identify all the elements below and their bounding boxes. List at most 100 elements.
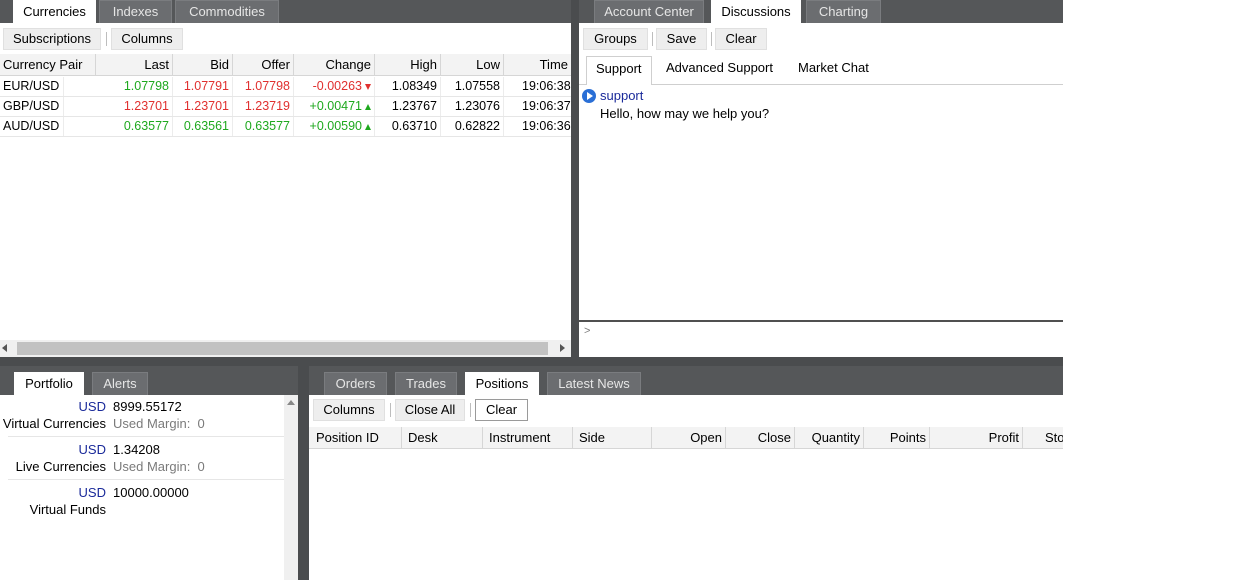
col-quantity[interactable]: Quantity	[795, 427, 864, 448]
col-low[interactable]: Low	[441, 54, 504, 76]
scrollbar-thumb[interactable]	[17, 342, 548, 355]
col-last[interactable]: Last	[96, 54, 173, 76]
tab-charting[interactable]: Charting	[806, 0, 881, 23]
cell-last: 1.07798	[64, 77, 173, 96]
cell-bid: 1.07791	[173, 77, 233, 96]
col-open[interactable]: Open	[652, 427, 726, 448]
channel-tab-support[interactable]: Support	[586, 56, 652, 85]
list-item[interactable]: USD 1.34208 Live Currencies Used Margin:…	[8, 440, 284, 480]
table-row[interactable]: GBP/USD 1.23701 1.23701 1.23719 +0.00471…	[0, 97, 571, 117]
columns-button[interactable]: Columns	[313, 399, 385, 421]
tab-currencies[interactable]: Currencies	[13, 0, 96, 23]
change-value: +0.00471	[309, 99, 362, 113]
cell-last: 0.63577	[64, 117, 173, 136]
col-change[interactable]: Change	[294, 54, 375, 76]
subscriptions-button[interactable]: Subscriptions	[3, 28, 101, 50]
tab-account-center[interactable]: Account Center	[594, 0, 704, 23]
change-value: +0.00590	[309, 119, 362, 133]
col-time[interactable]: Time	[504, 54, 571, 76]
col-profit[interactable]: Profit	[930, 427, 1023, 448]
channel-tabs: Support Advanced Support Market Chat	[579, 55, 1063, 85]
tab-portfolio[interactable]: Portfolio	[14, 372, 84, 395]
col-stop[interactable]: Sto	[1023, 427, 1063, 448]
channel-tab-market-chat[interactable]: Market Chat	[789, 56, 878, 80]
columns-button[interactable]: Columns	[111, 28, 183, 50]
list-item[interactable]: USD 8999.55172 Virtual Currencies Used M…	[3, 397, 284, 437]
cell-time: 19:06:37	[522, 99, 571, 113]
cell-offer: 1.23719	[233, 97, 294, 116]
groups-button[interactable]: Groups	[583, 28, 648, 50]
tab-alerts[interactable]: Alerts	[92, 372, 148, 395]
col-points[interactable]: Points	[864, 427, 930, 448]
tab-latest-news[interactable]: Latest News	[547, 372, 641, 395]
cell-change: +0.00590	[294, 117, 375, 136]
col-instrument[interactable]: Instrument	[483, 427, 573, 448]
positions-tabs: Orders Trades Positions Latest News	[309, 366, 1063, 395]
col-offer[interactable]: Offer	[233, 54, 294, 76]
currencies-tabs: Currencies Indexes Commodities	[0, 0, 571, 23]
toolbar-divider	[470, 403, 471, 417]
used-margin: Used Margin: 0	[113, 416, 205, 431]
up-arrow-icon	[365, 103, 371, 110]
tab-positions[interactable]: Positions	[465, 372, 539, 395]
tab-trades[interactable]: Trades	[395, 372, 457, 395]
clear-button[interactable]: Clear	[475, 399, 528, 421]
scroll-right-arrow-icon[interactable]	[560, 344, 565, 352]
col-close[interactable]: Close	[726, 427, 795, 448]
account-label: Live Currencies	[15, 459, 106, 474]
portfolio-tabs: Portfolio Alerts	[0, 366, 298, 395]
tab-orders[interactable]: Orders	[324, 372, 387, 395]
tab-discussions[interactable]: Discussions	[711, 0, 801, 23]
currency-code: USD	[78, 399, 106, 414]
cell-bid: 1.23701	[173, 97, 233, 116]
tab-indexes[interactable]: Indexes	[99, 0, 172, 23]
play-icon	[582, 89, 596, 103]
chat-input[interactable]: >	[579, 320, 1063, 357]
portfolio-list: USD 8999.55172 Virtual Currencies Used M…	[0, 395, 284, 580]
scroll-up-arrow-icon[interactable]	[287, 400, 295, 405]
portfolio-vscrollbar[interactable]	[284, 395, 298, 580]
vertical-splitter-top[interactable]	[571, 0, 579, 357]
account-label: Virtual Funds	[29, 502, 106, 517]
clear-button[interactable]: Clear	[715, 28, 767, 50]
cell-high: 1.08349	[375, 77, 441, 96]
currencies-hscrollbar[interactable]	[0, 340, 571, 357]
channel-tab-advanced-support[interactable]: Advanced Support	[657, 56, 782, 80]
table-row[interactable]: EUR/USD 1.07798 1.07791 1.07798 -0.00263…	[0, 77, 571, 97]
close-all-button[interactable]: Close All	[395, 399, 465, 421]
positions-toolbar: Columns Close All Clear	[309, 395, 1063, 426]
col-bid[interactable]: Bid	[173, 54, 233, 76]
currency-code: USD	[78, 442, 106, 457]
chat-input-prompt: >	[584, 325, 591, 337]
cell-pair: GBP/USD	[0, 97, 64, 116]
cell-offer: 1.07798	[233, 77, 294, 96]
cell-time: 19:06:36	[522, 119, 571, 133]
scroll-left-arrow-icon[interactable]	[2, 344, 7, 352]
discussions-toolbar: Groups Save Clear	[579, 23, 1063, 54]
col-desk[interactable]: Desk	[402, 427, 483, 448]
balance-amount: 8999.55172	[113, 399, 182, 414]
list-item[interactable]: USD 10000.00000 Virtual Funds	[8, 483, 284, 523]
table-row[interactable]: AUD/USD 0.63577 0.63561 0.63577 +0.00590…	[0, 117, 571, 137]
toolbar-divider	[711, 32, 712, 46]
cell-high: 0.63710	[375, 117, 441, 136]
col-side[interactable]: Side	[573, 427, 652, 448]
chat-message: support Hello, how may we help you?	[579, 87, 1063, 127]
cell-low: 0.62822	[441, 117, 504, 136]
col-high[interactable]: High	[375, 54, 441, 76]
discussions-tabs: Account Center Discussions Charting	[579, 0, 1063, 23]
message-text: Hello, how may we help you?	[600, 106, 770, 121]
horizontal-splitter[interactable]	[0, 357, 1063, 366]
save-button[interactable]: Save	[656, 28, 707, 50]
message-sender[interactable]: support	[600, 88, 643, 103]
col-position-id[interactable]: Position ID	[309, 427, 402, 448]
col-currency-pair[interactable]: Currency Pair	[0, 54, 96, 76]
currency-code: USD	[78, 485, 106, 500]
toolbar-divider	[390, 403, 391, 417]
cell-low: 1.23076	[441, 97, 504, 116]
cell-time: 19:06:38	[522, 79, 571, 93]
vertical-splitter-bottom[interactable]	[298, 366, 309, 580]
tab-commodities[interactable]: Commodities	[175, 0, 279, 23]
change-value: -0.00263	[312, 79, 362, 93]
toolbar-divider	[652, 32, 653, 46]
